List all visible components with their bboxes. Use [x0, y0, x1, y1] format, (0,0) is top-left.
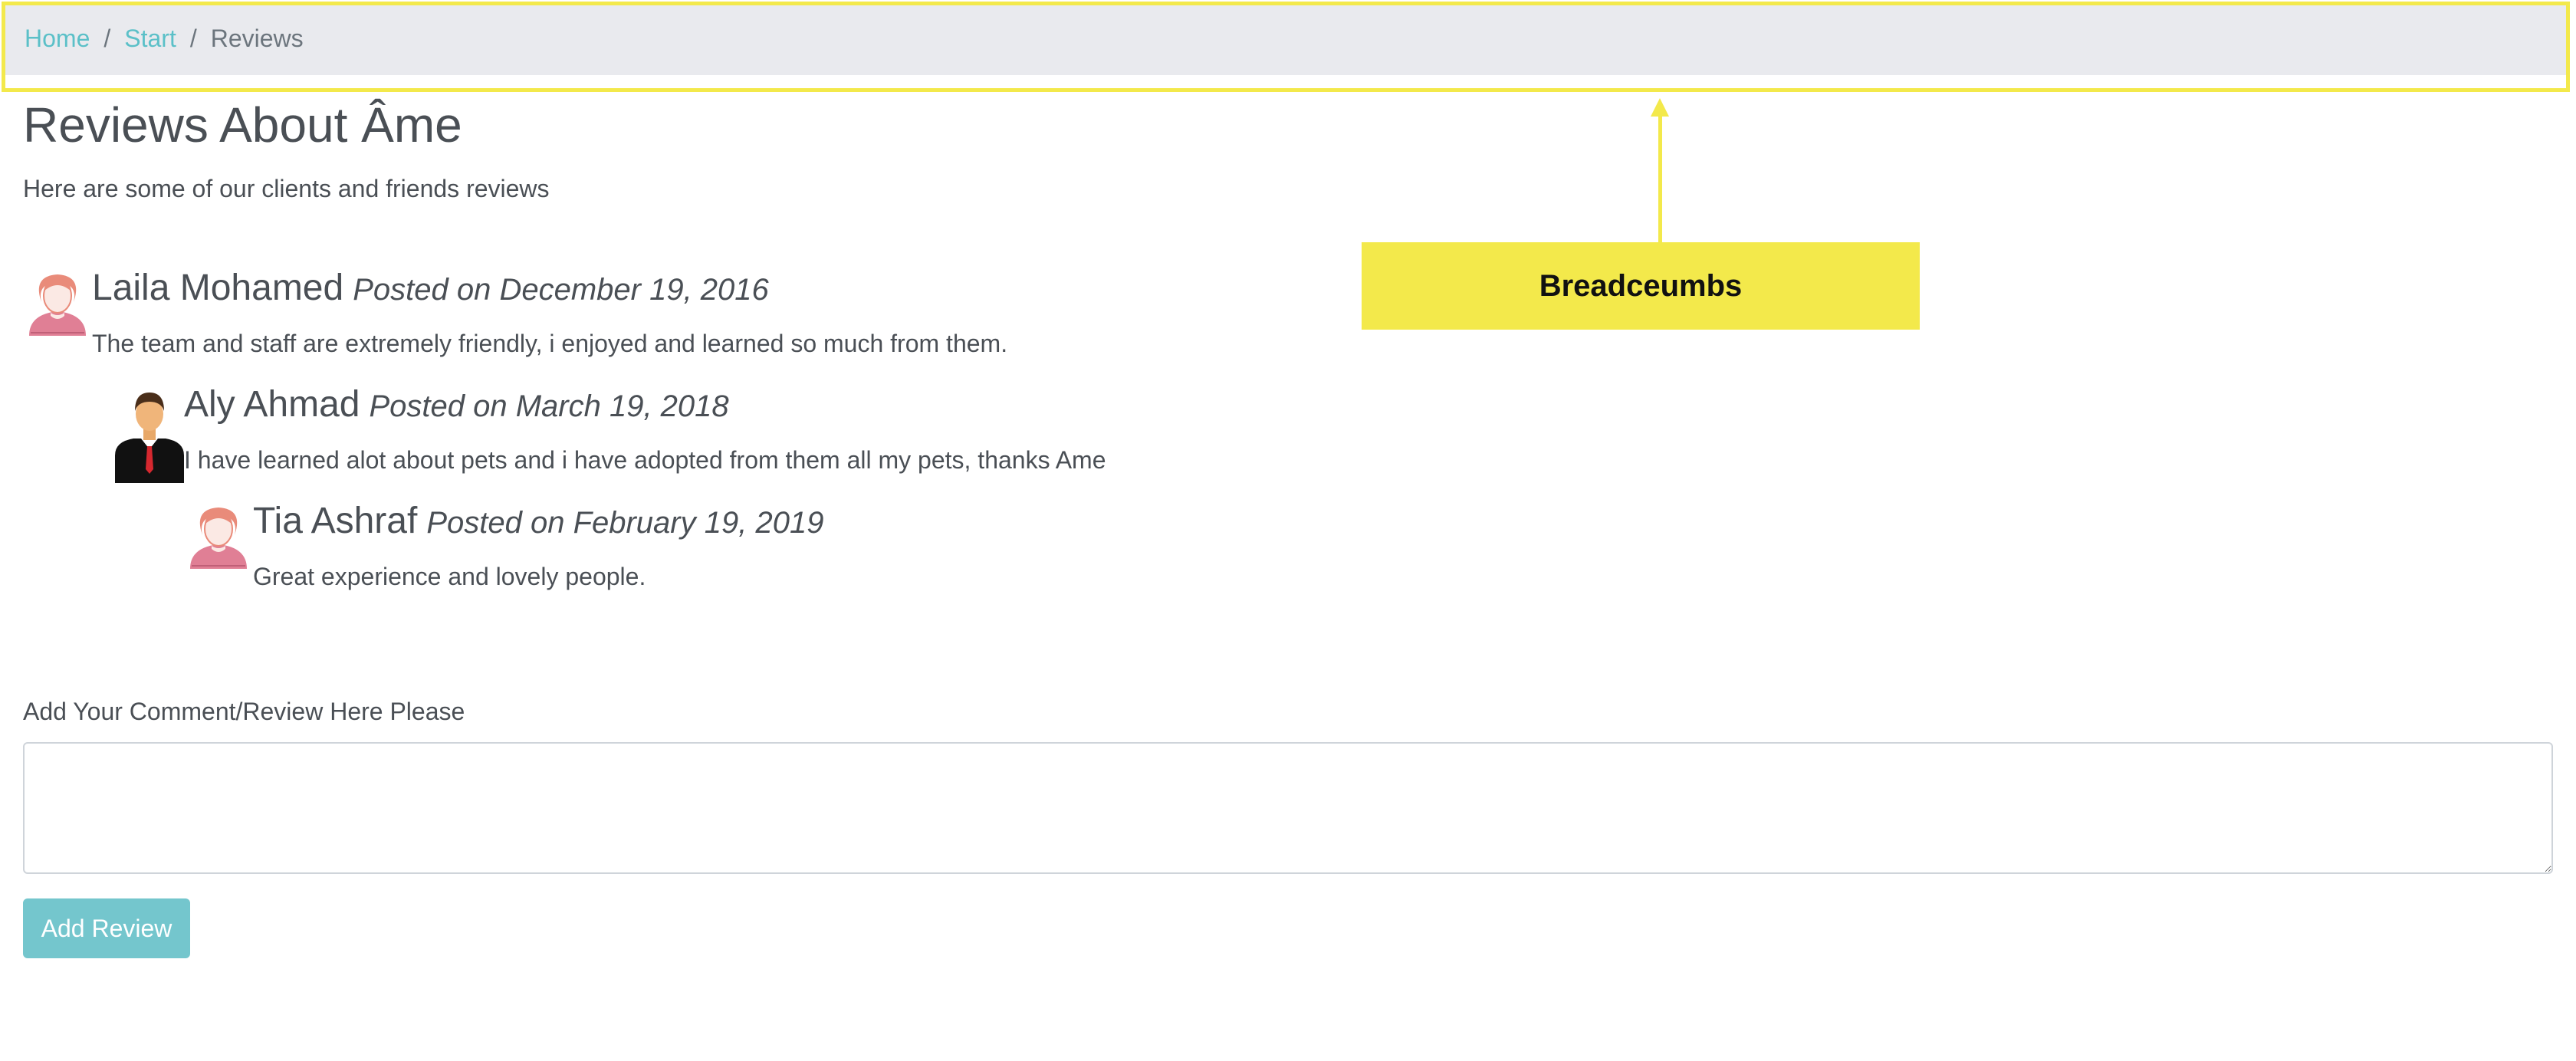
review-header: Tia Ashraf Posted on February 19, 2019	[253, 500, 823, 542]
review-text: Great experience and lovely people.	[253, 563, 646, 590]
breadcrumb-home-link[interactable]: Home	[25, 25, 90, 53]
page-subtitle: Here are some of our clients and friends…	[23, 175, 550, 202]
male-avatar-icon	[115, 393, 184, 483]
reviewer-name: Aly Ahmad	[184, 384, 360, 425]
review-date: Posted on December 19, 2016	[353, 273, 769, 307]
breadcrumb-separator: /	[104, 24, 111, 52]
review-text: I have learned alot about pets and i hav…	[184, 446, 1106, 474]
review-header: Aly Ahmad Posted on March 19, 2018	[184, 383, 729, 425]
reviewer-name: Tia Ashraf	[253, 501, 418, 541]
annotation-arrow-line	[1658, 107, 1662, 244]
breadcrumb: Home / Start / Reviews	[2, 2, 2567, 75]
female-avatar-icon	[190, 508, 247, 569]
breadcrumb-start-link[interactable]: Start	[124, 25, 176, 53]
add-review-button[interactable]: Add Review	[23, 898, 190, 958]
comment-textarea[interactable]	[23, 742, 2553, 874]
page-title: Reviews About Âme	[23, 97, 462, 153]
review-date: Posted on March 19, 2018	[369, 389, 729, 423]
breadcrumb-separator: /	[189, 24, 197, 52]
review-text: The team and staff are extremely friendl…	[92, 330, 1008, 357]
review-date: Posted on February 19, 2019	[426, 506, 824, 540]
reviewer-name: Laila Mohamed	[92, 268, 344, 308]
female-avatar-icon	[29, 274, 86, 336]
annotation-callout: Breadceumbs	[1362, 242, 1920, 330]
comment-label: Add Your Comment/Review Here Please	[23, 698, 465, 725]
breadcrumb-current: Reviews	[210, 24, 304, 52]
review-header: Laila Mohamed Posted on December 19, 2016	[92, 267, 769, 309]
